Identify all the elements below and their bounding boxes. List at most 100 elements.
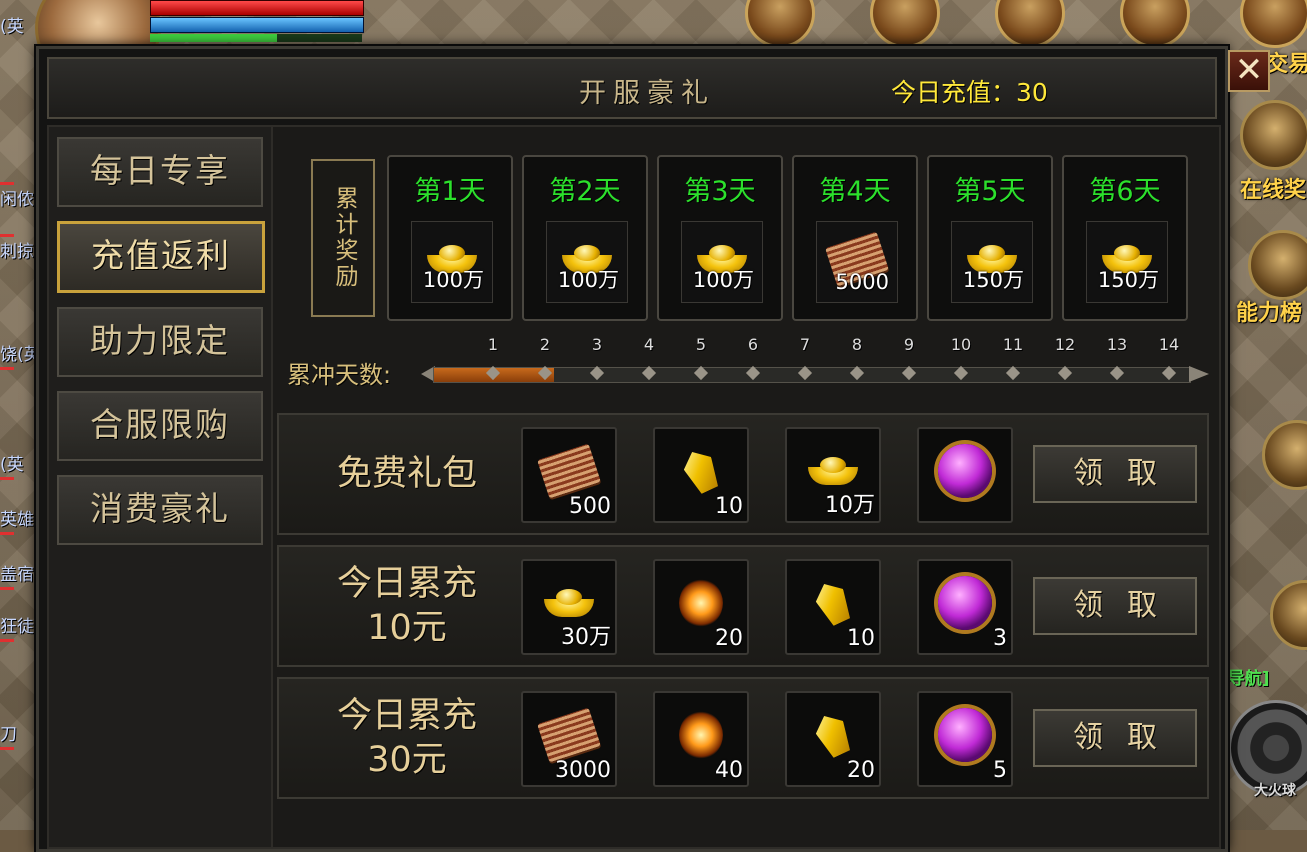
close-button[interactable]: ✕ (1228, 50, 1270, 92)
progress-tick-label: 13 (1106, 335, 1128, 354)
panel-titlebar: 开服豪礼 今日充值：30 (47, 57, 1217, 119)
recharge-today: 今日充值：30 (891, 78, 1048, 107)
ability-rank-label[interactable]: 能力榜 (1236, 295, 1302, 327)
content-area: 累计奖励 第1天 100万 第2天 100万 第3天 100万 第4天 5000 第5天 150万… (271, 125, 1221, 849)
reward-tier-line: 30元 (367, 740, 447, 780)
item-quantity: 5000 (835, 270, 889, 294)
reward-item-slot[interactable]: 20 (653, 559, 749, 655)
reward-slot[interactable]: 100万 (411, 221, 493, 303)
reward-tier-line: 10元 (367, 608, 447, 648)
player-tag: 刺掠 (0, 232, 34, 262)
reward-item-slot[interactable]: 5 (917, 691, 1013, 787)
reward-item-slot[interactable]: 30万 (521, 559, 617, 655)
progress-tick-label: 11 (1002, 335, 1024, 354)
player-tag: 英雄 (0, 505, 34, 535)
item-quantity: 10 (847, 626, 875, 651)
reward-item-slot[interactable]: 10 (653, 427, 749, 523)
tab-merge-limited[interactable]: 合服限购 (57, 391, 263, 461)
day-title: 第6天 (1089, 176, 1161, 207)
reward-item-slot[interactable]: 20 (785, 691, 881, 787)
reward-slot[interactable]: 100万 (546, 221, 628, 303)
reward-item-slot[interactable]: 10 (785, 559, 881, 655)
item-quantity: 100万 (692, 268, 754, 292)
reward-item-slot[interactable]: 40 (653, 691, 749, 787)
item-quantity: 3 (993, 626, 1007, 651)
trade-label[interactable]: 交易 (1266, 46, 1307, 78)
reward-slot[interactable]: 150万 (951, 221, 1033, 303)
progress-tick-label: 1 (487, 335, 499, 354)
reward-item-slot[interactable]: 3000 (521, 691, 617, 787)
day-reward-card[interactable]: 第4天 5000 (792, 155, 918, 321)
item-quantity: 500 (569, 494, 611, 519)
day-title: 第4天 (819, 176, 891, 207)
progress-tick-label: 8 (851, 335, 863, 354)
gold-ingot-icon (544, 589, 594, 618)
gold-crystal-icon (811, 578, 856, 629)
reward-tier-label: 今日累充 30元 (289, 679, 525, 797)
hp-bar (150, 0, 364, 16)
claim-button[interactable]: 领取 (1033, 577, 1197, 635)
day-reward-card[interactable]: 第5天 150万 (927, 155, 1053, 321)
online-reward-label[interactable]: 在线奖 (1240, 172, 1306, 204)
player-tag: 狂徒 (0, 612, 34, 642)
item-quantity: 10万 (825, 493, 875, 518)
item-quantity: 40 (715, 758, 743, 783)
reward-tier-label: 今日累充 10元 (289, 547, 525, 665)
item-quantity: 3000 (555, 758, 611, 783)
reward-item-slot[interactable] (917, 427, 1013, 523)
mp-bar (150, 17, 364, 33)
day-reward-card[interactable]: 第6天 150万 (1062, 155, 1188, 321)
reward-row: 今日累充 10元 30万 20 10 3 领取 (277, 545, 1209, 667)
tab-daily-exclusive[interactable]: 每日专享 (57, 137, 263, 207)
purple-orb-icon (938, 708, 992, 763)
purple-orb-icon (938, 444, 992, 499)
item-quantity: 100万 (557, 268, 619, 292)
player-tag: 盖宿 (0, 560, 34, 590)
reward-slot[interactable]: 5000 (816, 221, 898, 303)
reward-tier-line: 今日累充 (336, 564, 477, 604)
item-quantity: 20 (715, 626, 743, 651)
progress-tick-label: 6 (747, 335, 759, 354)
tab-recharge-rebate[interactable]: 充值返利 (57, 221, 265, 293)
player-tag: (英 (0, 17, 24, 37)
day-reward-card[interactable]: 第1天 100万 (387, 155, 513, 321)
purple-orb-icon (938, 576, 992, 631)
sidebar: 每日专享 充值返利 助力限定 合服限购 消费豪礼 (47, 125, 273, 849)
reward-slot[interactable]: 150万 (1086, 221, 1168, 303)
reward-tier-label: 免费礼包 (289, 415, 525, 533)
item-quantity: 10 (715, 494, 743, 519)
progress-tick-label: 3 (591, 335, 603, 354)
item-quantity: 20 (847, 758, 875, 783)
gold-crystal-icon (679, 446, 724, 497)
cumulative-reward-label: 累计奖励 (311, 159, 375, 317)
reward-item-slot[interactable]: 3 (917, 559, 1013, 655)
claim-button[interactable]: 领取 (1033, 709, 1197, 767)
reward-item-slot[interactable]: 500 (521, 427, 617, 523)
day-title: 第5天 (954, 176, 1026, 207)
gold-crystal-icon (811, 710, 856, 761)
progress-tick-label: 10 (950, 335, 972, 354)
skill-book-icon (537, 443, 601, 499)
progress-tick-label: 9 (903, 335, 915, 354)
reward-row: 免费礼包 500 10 10万 领取 (277, 413, 1209, 535)
panel-title: 开服豪礼 (579, 78, 715, 109)
progress-tick-label: 2 (539, 335, 551, 354)
reward-item-slot[interactable]: 10万 (785, 427, 881, 523)
item-quantity: 150万 (962, 268, 1024, 292)
tab-boost-limited[interactable]: 助力限定 (57, 307, 263, 377)
claim-button[interactable]: 领取 (1033, 445, 1197, 503)
online-reward-icon[interactable] (1240, 100, 1307, 170)
progress-label: 累冲天数: (287, 361, 392, 389)
day-title: 第3天 (684, 176, 756, 207)
player-tag: 饶(英 (0, 340, 41, 370)
tab-spending-gift[interactable]: 消费豪礼 (57, 475, 263, 545)
progress-arrow-right-icon (1189, 366, 1209, 382)
fire-stone-icon (679, 711, 723, 760)
day-reward-card[interactable]: 第2天 100万 (522, 155, 648, 321)
day-reward-card[interactable]: 第3天 100万 (657, 155, 783, 321)
item-quantity: 5 (993, 758, 1007, 783)
reward-slot[interactable]: 100万 (681, 221, 763, 303)
reward-tier-line: 今日累充 (336, 696, 477, 736)
exp-bar (150, 34, 362, 42)
reward-row: 今日累充 30元 3000 40 20 5 领取 (277, 677, 1209, 799)
